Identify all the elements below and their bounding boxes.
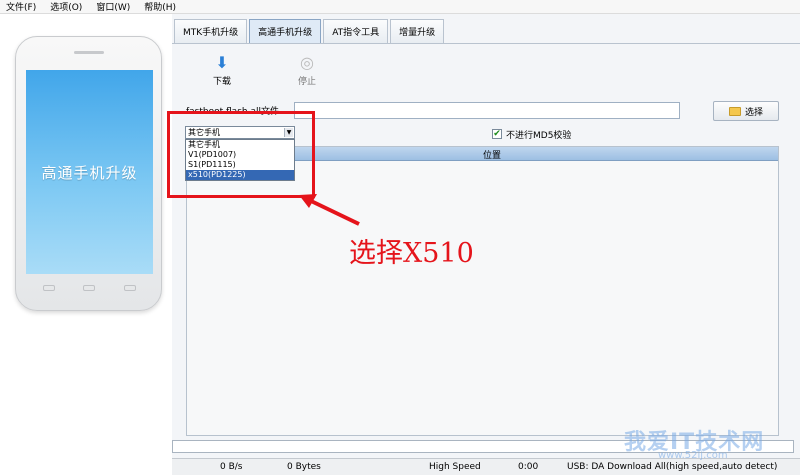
folder-icon [728,106,741,116]
skip-md5-label: 不进行MD5校验 [506,131,572,141]
tab-bar: MTK手机升级 高通手机升级 AT指令工具 增量升级 [172,19,445,43]
menu-help[interactable]: 帮助(H) [144,0,176,13]
download-label: 下载 [212,77,231,87]
column-location: 位置 [483,151,502,161]
phone-screen: 高通手机升级 [26,70,153,274]
phone-speaker [74,51,104,54]
status-bytes: 0 Bytes [287,462,321,472]
phone-screen-text: 高通手机升级 [41,163,138,182]
phone-illustration: 高通手机升级 [15,36,162,311]
left-panel: 高通手机升级 [0,14,172,475]
menu-file[interactable]: 文件(F) [6,0,36,13]
progress-bar [172,440,794,453]
menu-key-icon [43,285,55,291]
home-key-icon [83,285,95,291]
status-usb: USB: DA Download All(high speed,auto det… [567,462,778,472]
menu-bar: 文件(F) 选项(O) 窗口(W) 帮助(H) [0,0,800,14]
tab-at-command-tool[interactable]: AT指令工具 [323,19,389,43]
status-time: 0:00 [518,462,539,472]
stop-button[interactable]: ◎ 停止 [287,53,327,88]
status-rate: 0 B/s [220,462,243,472]
tab-mtk-upgrade[interactable]: MTK手机升级 [174,19,248,43]
download-arrow-icon: ⬇ [215,53,229,72]
stop-label: 停止 [297,77,316,87]
annotation-text: 选择X510 [349,238,474,269]
qualcomm-upgrade-panel: ⬇ 下载 ◎ 停止 fastboot flash all文件 选择 ✔ 不进行M… [172,43,800,438]
select-file-button[interactable]: 选择 [713,101,779,121]
select-file-label: 选择 [744,107,763,118]
menu-options[interactable]: 选项(O) [50,0,82,13]
annotation-highlight-box [167,111,315,198]
status-bar: 0 B/s 0 Bytes High Speed 0:00 USB: DA Do… [172,458,800,475]
annotation-arrow-icon [299,194,360,226]
stop-icon: ◎ [300,53,314,72]
status-speed: High Speed [429,462,481,472]
tab-qualcomm-upgrade[interactable]: 高通手机升级 [249,19,322,43]
tab-incremental-upgrade[interactable]: 增量升级 [390,19,445,43]
fastboot-file-input[interactable] [294,102,680,119]
menu-window[interactable]: 窗口(W) [96,0,130,13]
skip-md5-checkbox[interactable]: ✔ [492,129,502,139]
download-button[interactable]: ⬇ 下载 [202,53,242,88]
back-key-icon [124,285,136,291]
